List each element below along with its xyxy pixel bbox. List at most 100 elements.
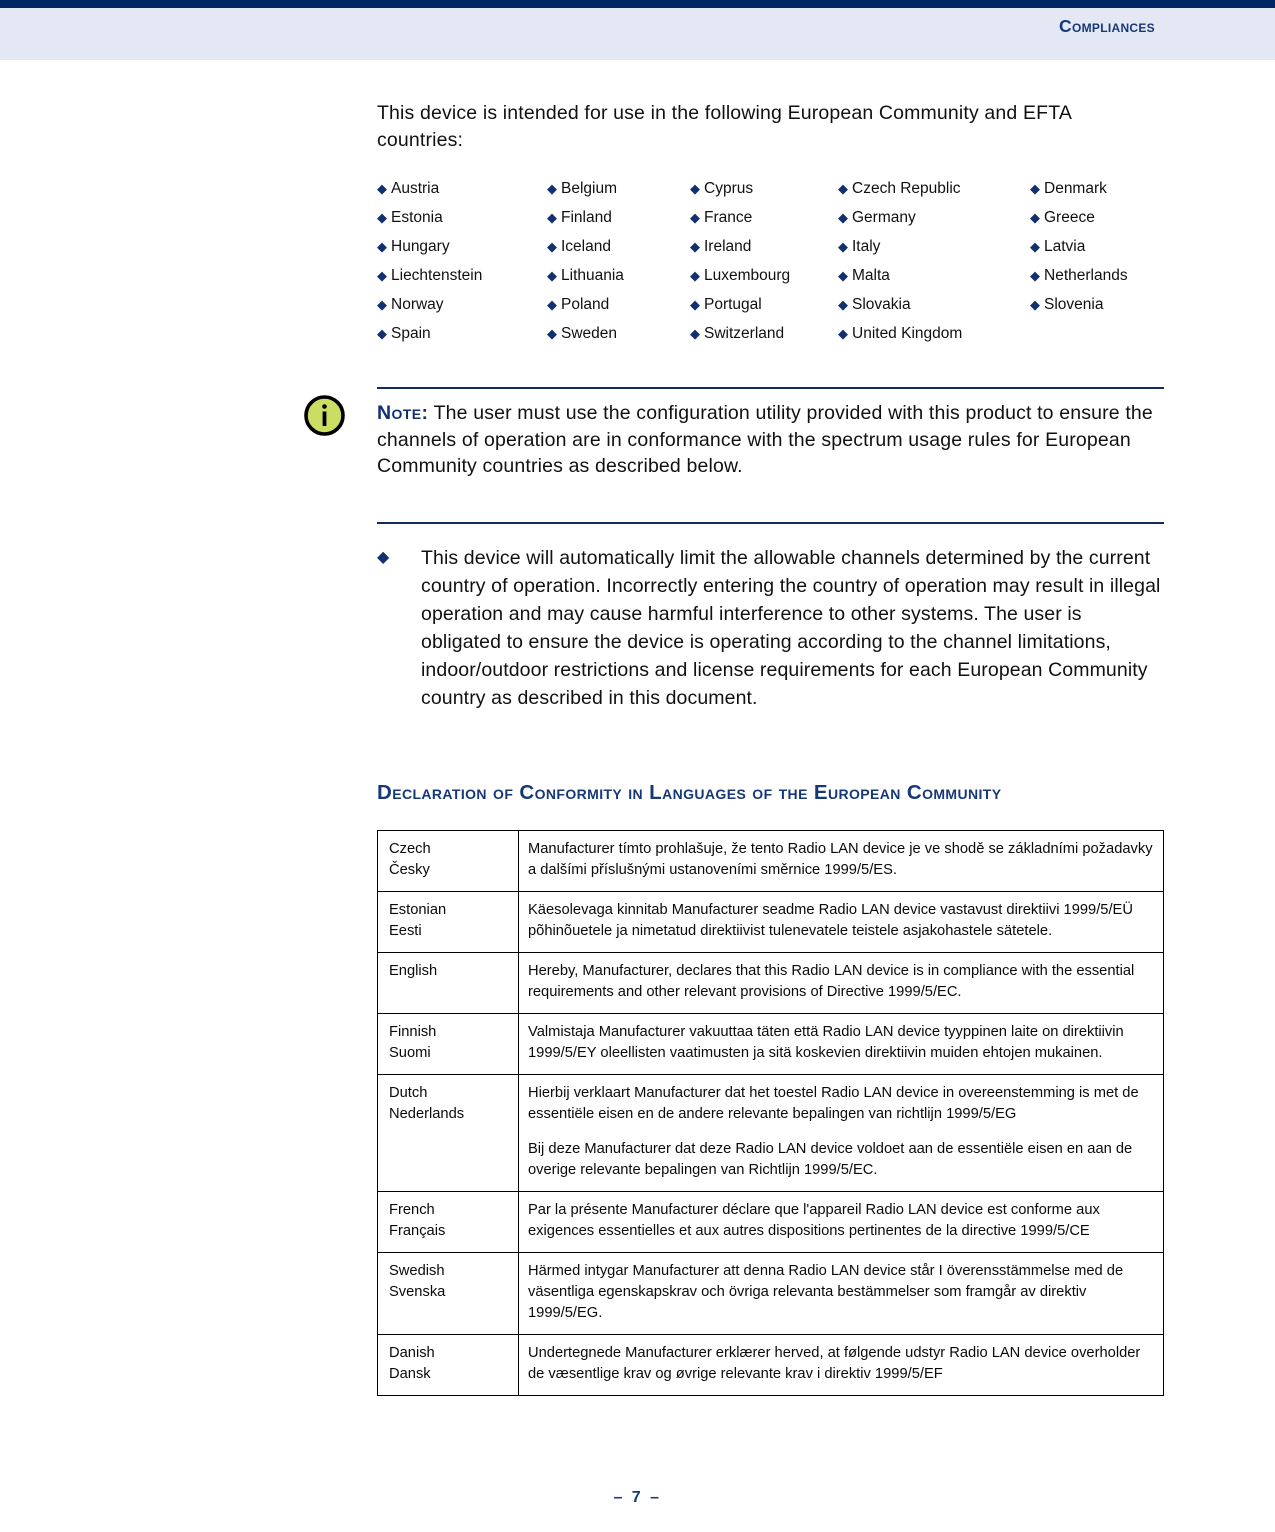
- declaration-cell: Manufacturer tímto prohlašuje, že tento …: [518, 830, 1164, 892]
- diamond-bullet-icon: ◆: [547, 181, 557, 196]
- country-label: Cyprus: [704, 180, 754, 197]
- declaration-paragraph: Käesolevaga kinnitab Manufacturer seadme…: [528, 902, 1133, 939]
- country-label: Finland: [561, 209, 612, 226]
- country-label: Netherlands: [1044, 267, 1128, 284]
- country-item: ◆ Iceland: [547, 238, 690, 267]
- country-item: ◆ Cyprus: [690, 180, 838, 209]
- diamond-bullet-icon: ◆: [690, 210, 700, 225]
- language-cell: Swedish Svenska: [377, 1252, 519, 1335]
- country-item: ◆ United Kingdom: [838, 325, 1030, 354]
- header-top-rule: [0, 0, 1275, 8]
- diamond-bullet-icon: ◆: [690, 268, 700, 283]
- diamond-bullet-icon: ◆: [838, 181, 848, 196]
- note-text: Note: The user must use the configuratio…: [377, 400, 1157, 480]
- note-body: Note: The user must use the configuratio…: [304, 389, 1164, 522]
- country-item: ◆ Italy: [838, 238, 1030, 267]
- country-item: ◆ Malta: [838, 267, 1030, 296]
- page-header: Compliances: [0, 0, 1275, 60]
- diamond-bullet-icon: ◆: [377, 239, 387, 254]
- table-row: French Français Par la présente Manufactu…: [377, 1191, 1164, 1253]
- diamond-bullet-icon: ◆: [547, 326, 557, 341]
- table-row: Swedish Svenska Härmed intygar Manufactur…: [377, 1252, 1164, 1335]
- country-label: Slovakia: [852, 296, 911, 313]
- declaration-cell: Hierbij verklaart Manufacturer dat het t…: [518, 1074, 1164, 1192]
- diamond-bullet-icon: ◆: [377, 268, 387, 283]
- language-cell: English: [377, 952, 519, 1014]
- country-label: Liechtenstein: [391, 267, 483, 284]
- diamond-bullet-icon: ◆: [838, 326, 848, 341]
- declaration-cell: Härmed intygar Manufacturer att denna Ra…: [518, 1252, 1164, 1335]
- declaration-paragraph: Undertegnede Manufacturer erklærer herve…: [528, 1345, 1141, 1382]
- country-label: Denmark: [1044, 180, 1107, 197]
- declaration-paragraph: Härmed intygar Manufacturer att denna Ra…: [528, 1263, 1124, 1321]
- country-label: Latvia: [1044, 238, 1086, 255]
- country-item: ◆ Norway: [377, 296, 547, 325]
- diamond-bullet-icon: ◆: [1030, 181, 1040, 196]
- country-item: ◆ Luxembourg: [690, 267, 838, 296]
- note-message: The user must use the configuration util…: [377, 402, 1153, 477]
- country-label: Malta: [852, 267, 890, 284]
- diamond-bullet-icon: ◆: [690, 239, 700, 254]
- declaration-paragraph: Hierbij verklaart Manufacturer dat het t…: [528, 1085, 1139, 1122]
- country-label: Iceland: [561, 238, 611, 255]
- country-item: ◆ Greece: [1030, 209, 1164, 238]
- country-label: Czech Republic: [852, 180, 961, 197]
- country-label: United Kingdom: [852, 325, 963, 342]
- info-icon: [303, 394, 346, 437]
- table-row: Dutch Nederlands Hierbij verklaart Manufa…: [377, 1074, 1164, 1192]
- country-label: Lithuania: [561, 267, 624, 284]
- diamond-bullet-icon: ◆: [1030, 297, 1040, 312]
- country-label: Hungary: [391, 238, 450, 255]
- country-item: ◆ Belgium: [547, 180, 690, 209]
- country-item: ◆ Portugal: [690, 296, 838, 325]
- country-label: Austria: [391, 180, 440, 197]
- page-title: Compliances: [1059, 16, 1155, 36]
- table-row: Czech Česky Manufacturer tímto prohlašuje…: [377, 830, 1164, 892]
- diamond-bullet-icon: ◆: [690, 326, 700, 341]
- country-item: ◆ Switzerland: [690, 325, 838, 354]
- country-item: ◆ Slovakia: [838, 296, 1030, 325]
- country-item: ◆ Denmark: [1030, 180, 1164, 209]
- diamond-bullet-icon: ◆: [690, 297, 700, 312]
- country-label: Sweden: [561, 325, 618, 342]
- diamond-bullet-icon: ◆: [1030, 239, 1040, 254]
- note-label: Note:: [377, 402, 429, 424]
- country-item: ◆ Estonia: [377, 209, 547, 238]
- diamond-bullet-icon: ◆: [547, 268, 557, 283]
- diamond-bullet-icon: ◆: [377, 210, 387, 225]
- country-item: ◆ France: [690, 209, 838, 238]
- diamond-bullet-icon: ◆: [690, 181, 700, 196]
- declaration-paragraph: Manufacturer tímto prohlašuje, že tento …: [528, 841, 1153, 878]
- country-label: Norway: [391, 296, 444, 313]
- country-item: ◆ Sweden: [547, 325, 690, 354]
- page-content: This device is intended for use in the f…: [304, 100, 1164, 1396]
- declaration-paragraph: Bij deze Manufacturer dat deze Radio LAN…: [528, 1141, 1133, 1178]
- table-row: Danish Dansk Undertegnede Manufacturer er…: [377, 1334, 1164, 1396]
- diamond-bullet-icon: ◆: [377, 326, 387, 341]
- country-list: ◆ Austria ◆ Belgium ◆ Cyprus ◆ Czech Republic ◆ D…: [377, 180, 1164, 354]
- country-item: ◆ Germany: [838, 209, 1030, 238]
- language-cell: Danish Dansk: [377, 1334, 519, 1396]
- country-label: Greece: [1044, 209, 1095, 226]
- channel-limit-bullet: ◆ This device will automatically limit t…: [377, 544, 1167, 712]
- declaration-cell: Valmistaja Manufacturer vakuuttaa täten …: [518, 1013, 1164, 1075]
- country-item: ◆ Finland: [547, 209, 690, 238]
- declaration-paragraph: Hereby, Manufacturer, declares that this…: [528, 963, 1135, 1000]
- country-label: Poland: [561, 296, 610, 313]
- country-label: Italy: [852, 238, 881, 255]
- declaration-cell: Käesolevaga kinnitab Manufacturer seadme…: [518, 891, 1164, 953]
- diamond-bullet-icon: ◆: [838, 210, 848, 225]
- country-item: ◆ Austria: [377, 180, 547, 209]
- intro-paragraph: This device is intended for use in the f…: [377, 102, 1071, 151]
- country-item: ◆ Hungary: [377, 238, 547, 267]
- table-row: Finnish Suomi Valmistaja Manufacturer vak…: [377, 1013, 1164, 1075]
- language-cell: Dutch Nederlands: [377, 1074, 519, 1192]
- country-item: ◆ Lithuania: [547, 267, 690, 296]
- diamond-bullet-icon: ◆: [547, 239, 557, 254]
- country-item: ◆ Netherlands: [1030, 267, 1164, 296]
- header-band: Compliances: [0, 8, 1275, 60]
- note-bottom-rule: [377, 522, 1164, 524]
- language-cell: Czech Česky: [377, 830, 519, 892]
- country-item: ◆ Spain: [377, 325, 547, 354]
- declaration-of-conformity-table: Czech Česky Manufacturer tímto prohlašuje…: [377, 830, 1164, 1396]
